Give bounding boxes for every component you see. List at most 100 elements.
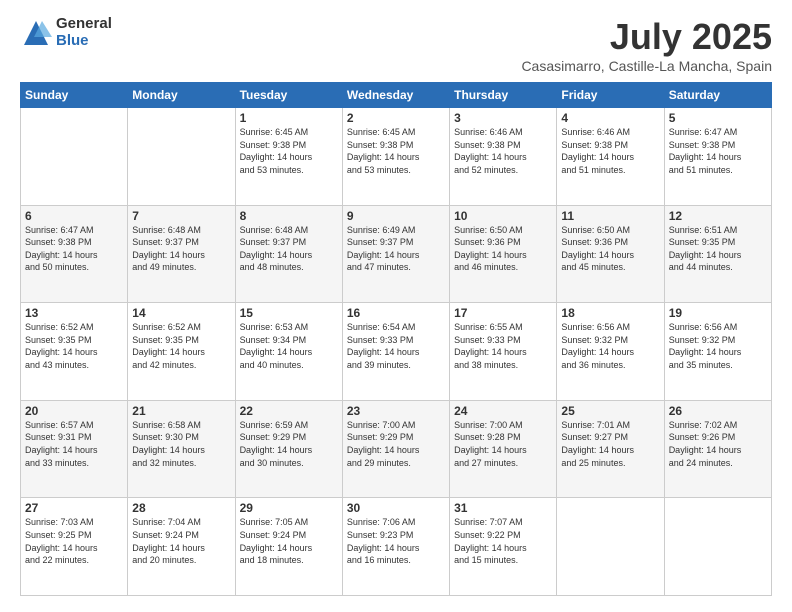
calendar-cell: 19Sunrise: 6:56 AM Sunset: 9:32 PM Dayli… [664, 303, 771, 401]
logo-icon [20, 17, 52, 49]
day-number: 10 [454, 209, 552, 223]
day-number: 28 [132, 501, 230, 515]
calendar-cell: 23Sunrise: 7:00 AM Sunset: 9:29 PM Dayli… [342, 400, 449, 498]
day-info: Sunrise: 6:48 AM Sunset: 9:37 PM Dayligh… [132, 224, 230, 274]
calendar-cell: 25Sunrise: 7:01 AM Sunset: 9:27 PM Dayli… [557, 400, 664, 498]
calendar-cell: 13Sunrise: 6:52 AM Sunset: 9:35 PM Dayli… [21, 303, 128, 401]
logo: General Blue [20, 16, 112, 49]
calendar-cell: 8Sunrise: 6:48 AM Sunset: 9:37 PM Daylig… [235, 205, 342, 303]
day-number: 6 [25, 209, 123, 223]
col-header-thursday: Thursday [450, 83, 557, 108]
day-info: Sunrise: 6:59 AM Sunset: 9:29 PM Dayligh… [240, 419, 338, 469]
calendar-cell: 17Sunrise: 6:55 AM Sunset: 9:33 PM Dayli… [450, 303, 557, 401]
day-number: 19 [669, 306, 767, 320]
calendar-cell: 16Sunrise: 6:54 AM Sunset: 9:33 PM Dayli… [342, 303, 449, 401]
day-number: 21 [132, 404, 230, 418]
day-number: 18 [561, 306, 659, 320]
day-number: 22 [240, 404, 338, 418]
calendar-cell: 9Sunrise: 6:49 AM Sunset: 9:37 PM Daylig… [342, 205, 449, 303]
calendar-cell: 7Sunrise: 6:48 AM Sunset: 9:37 PM Daylig… [128, 205, 235, 303]
day-number: 27 [25, 501, 123, 515]
calendar-cell: 15Sunrise: 6:53 AM Sunset: 9:34 PM Dayli… [235, 303, 342, 401]
day-info: Sunrise: 7:07 AM Sunset: 9:22 PM Dayligh… [454, 516, 552, 566]
day-number: 11 [561, 209, 659, 223]
calendar-cell: 28Sunrise: 7:04 AM Sunset: 9:24 PM Dayli… [128, 498, 235, 596]
day-number: 13 [25, 306, 123, 320]
day-info: Sunrise: 7:05 AM Sunset: 9:24 PM Dayligh… [240, 516, 338, 566]
col-header-sunday: Sunday [21, 83, 128, 108]
calendar-cell: 29Sunrise: 7:05 AM Sunset: 9:24 PM Dayli… [235, 498, 342, 596]
calendar-cell: 20Sunrise: 6:57 AM Sunset: 9:31 PM Dayli… [21, 400, 128, 498]
calendar-table: SundayMondayTuesdayWednesdayThursdayFrid… [20, 82, 772, 596]
subtitle: Casasimarro, Castille-La Mancha, Spain [521, 58, 772, 74]
day-number: 17 [454, 306, 552, 320]
day-info: Sunrise: 6:50 AM Sunset: 9:36 PM Dayligh… [561, 224, 659, 274]
day-info: Sunrise: 7:06 AM Sunset: 9:23 PM Dayligh… [347, 516, 445, 566]
day-info: Sunrise: 6:54 AM Sunset: 9:33 PM Dayligh… [347, 321, 445, 371]
calendar-cell [664, 498, 771, 596]
day-info: Sunrise: 6:47 AM Sunset: 9:38 PM Dayligh… [25, 224, 123, 274]
calendar-cell: 2Sunrise: 6:45 AM Sunset: 9:38 PM Daylig… [342, 108, 449, 206]
calendar-cell: 24Sunrise: 7:00 AM Sunset: 9:28 PM Dayli… [450, 400, 557, 498]
day-info: Sunrise: 6:51 AM Sunset: 9:35 PM Dayligh… [669, 224, 767, 274]
logo-text: General Blue [56, 16, 112, 49]
day-info: Sunrise: 6:46 AM Sunset: 9:38 PM Dayligh… [561, 126, 659, 176]
day-number: 3 [454, 111, 552, 125]
col-header-wednesday: Wednesday [342, 83, 449, 108]
day-number: 16 [347, 306, 445, 320]
day-number: 31 [454, 501, 552, 515]
day-info: Sunrise: 6:58 AM Sunset: 9:30 PM Dayligh… [132, 419, 230, 469]
title-area: July 2025 Casasimarro, Castille-La Manch… [521, 16, 772, 74]
day-number: 5 [669, 111, 767, 125]
calendar-cell: 14Sunrise: 6:52 AM Sunset: 9:35 PM Dayli… [128, 303, 235, 401]
calendar-cell: 27Sunrise: 7:03 AM Sunset: 9:25 PM Dayli… [21, 498, 128, 596]
day-number: 9 [347, 209, 445, 223]
day-info: Sunrise: 6:56 AM Sunset: 9:32 PM Dayligh… [561, 321, 659, 371]
day-info: Sunrise: 7:03 AM Sunset: 9:25 PM Dayligh… [25, 516, 123, 566]
calendar-cell: 18Sunrise: 6:56 AM Sunset: 9:32 PM Dayli… [557, 303, 664, 401]
day-number: 29 [240, 501, 338, 515]
day-info: Sunrise: 7:02 AM Sunset: 9:26 PM Dayligh… [669, 419, 767, 469]
calendar-cell: 5Sunrise: 6:47 AM Sunset: 9:38 PM Daylig… [664, 108, 771, 206]
calendar-cell: 10Sunrise: 6:50 AM Sunset: 9:36 PM Dayli… [450, 205, 557, 303]
main-title: July 2025 [521, 16, 772, 58]
page: General Blue July 2025 Casasimarro, Cast… [0, 0, 792, 612]
day-info: Sunrise: 6:56 AM Sunset: 9:32 PM Dayligh… [669, 321, 767, 371]
calendar-cell: 3Sunrise: 6:46 AM Sunset: 9:38 PM Daylig… [450, 108, 557, 206]
day-info: Sunrise: 6:52 AM Sunset: 9:35 PM Dayligh… [132, 321, 230, 371]
day-info: Sunrise: 7:00 AM Sunset: 9:29 PM Dayligh… [347, 419, 445, 469]
day-info: Sunrise: 6:49 AM Sunset: 9:37 PM Dayligh… [347, 224, 445, 274]
day-info: Sunrise: 6:57 AM Sunset: 9:31 PM Dayligh… [25, 419, 123, 469]
day-info: Sunrise: 6:46 AM Sunset: 9:38 PM Dayligh… [454, 126, 552, 176]
day-number: 14 [132, 306, 230, 320]
calendar-cell: 6Sunrise: 6:47 AM Sunset: 9:38 PM Daylig… [21, 205, 128, 303]
col-header-tuesday: Tuesday [235, 83, 342, 108]
day-info: Sunrise: 6:50 AM Sunset: 9:36 PM Dayligh… [454, 224, 552, 274]
logo-blue: Blue [56, 33, 112, 50]
logo-general: General [56, 16, 112, 33]
day-number: 7 [132, 209, 230, 223]
calendar-cell: 30Sunrise: 7:06 AM Sunset: 9:23 PM Dayli… [342, 498, 449, 596]
day-info: Sunrise: 6:53 AM Sunset: 9:34 PM Dayligh… [240, 321, 338, 371]
day-number: 25 [561, 404, 659, 418]
day-info: Sunrise: 6:52 AM Sunset: 9:35 PM Dayligh… [25, 321, 123, 371]
calendar-cell: 26Sunrise: 7:02 AM Sunset: 9:26 PM Dayli… [664, 400, 771, 498]
calendar-cell: 22Sunrise: 6:59 AM Sunset: 9:29 PM Dayli… [235, 400, 342, 498]
col-header-monday: Monday [128, 83, 235, 108]
day-number: 4 [561, 111, 659, 125]
col-header-saturday: Saturday [664, 83, 771, 108]
day-info: Sunrise: 6:47 AM Sunset: 9:38 PM Dayligh… [669, 126, 767, 176]
calendar-cell: 21Sunrise: 6:58 AM Sunset: 9:30 PM Dayli… [128, 400, 235, 498]
calendar-cell [128, 108, 235, 206]
calendar-cell: 1Sunrise: 6:45 AM Sunset: 9:38 PM Daylig… [235, 108, 342, 206]
day-info: Sunrise: 6:45 AM Sunset: 9:38 PM Dayligh… [240, 126, 338, 176]
calendar-cell: 12Sunrise: 6:51 AM Sunset: 9:35 PM Dayli… [664, 205, 771, 303]
col-header-friday: Friday [557, 83, 664, 108]
day-info: Sunrise: 6:48 AM Sunset: 9:37 PM Dayligh… [240, 224, 338, 274]
day-number: 23 [347, 404, 445, 418]
day-info: Sunrise: 7:01 AM Sunset: 9:27 PM Dayligh… [561, 419, 659, 469]
calendar-cell [21, 108, 128, 206]
day-number: 8 [240, 209, 338, 223]
day-number: 20 [25, 404, 123, 418]
day-number: 12 [669, 209, 767, 223]
